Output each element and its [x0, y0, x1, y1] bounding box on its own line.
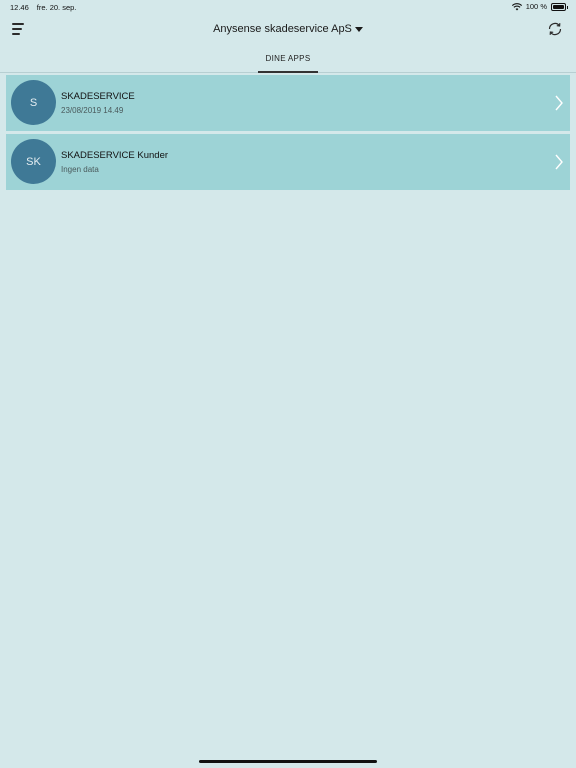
battery-icon — [551, 2, 568, 11]
battery-percent: 100 % — [525, 2, 547, 11]
app-list: S SKADESERVICE 23/08/2019 14.49 SK SKADE… — [6, 75, 570, 193]
avatar: S — [11, 80, 56, 125]
chevron-right-icon — [555, 154, 563, 170]
sync-icon[interactable] — [547, 21, 563, 37]
tab-dine-apps[interactable]: DINE APPS — [258, 50, 318, 73]
status-date: fre. 20. sep. — [36, 3, 77, 12]
avatar: SK — [11, 139, 56, 184]
status-bar: 12.46 fre. 20. sep. 100 % — [0, 0, 576, 14]
app-name: SKADESERVICE Kunder — [61, 150, 169, 161]
list-item-skadeservice-kunder[interactable]: SK SKADESERVICE Kunder Ingen data — [6, 134, 570, 190]
header-title: Anysense skadeservice ApS — [213, 23, 352, 35]
chevron-right-icon — [555, 95, 563, 111]
status-time: 12.46 — [10, 3, 29, 12]
header-title-wrap: Anysense skadeservice ApS — [0, 23, 576, 35]
battery-cap — [566, 5, 568, 9]
battery-fill — [553, 4, 564, 9]
status-right: 100 % — [511, 2, 568, 11]
app-subtitle: Ingen data — [61, 165, 99, 174]
caret-down-icon — [354, 27, 363, 32]
wifi-icon — [511, 2, 522, 10]
app-subtitle: 23/08/2019 14.49 — [61, 106, 124, 115]
app-header: Anysense skadeservice ApS — [0, 14, 576, 46]
status-left: 12.46 fre. 20. sep. — [10, 3, 76, 12]
tab-bar: DINE APPS — [0, 50, 576, 73]
home-indicator[interactable] — [199, 760, 377, 763]
app-name: SKADESERVICE — [61, 91, 135, 102]
list-item-skadeservice[interactable]: S SKADESERVICE 23/08/2019 14.49 — [6, 75, 570, 131]
organization-selector[interactable]: Anysense skadeservice ApS — [213, 23, 363, 35]
